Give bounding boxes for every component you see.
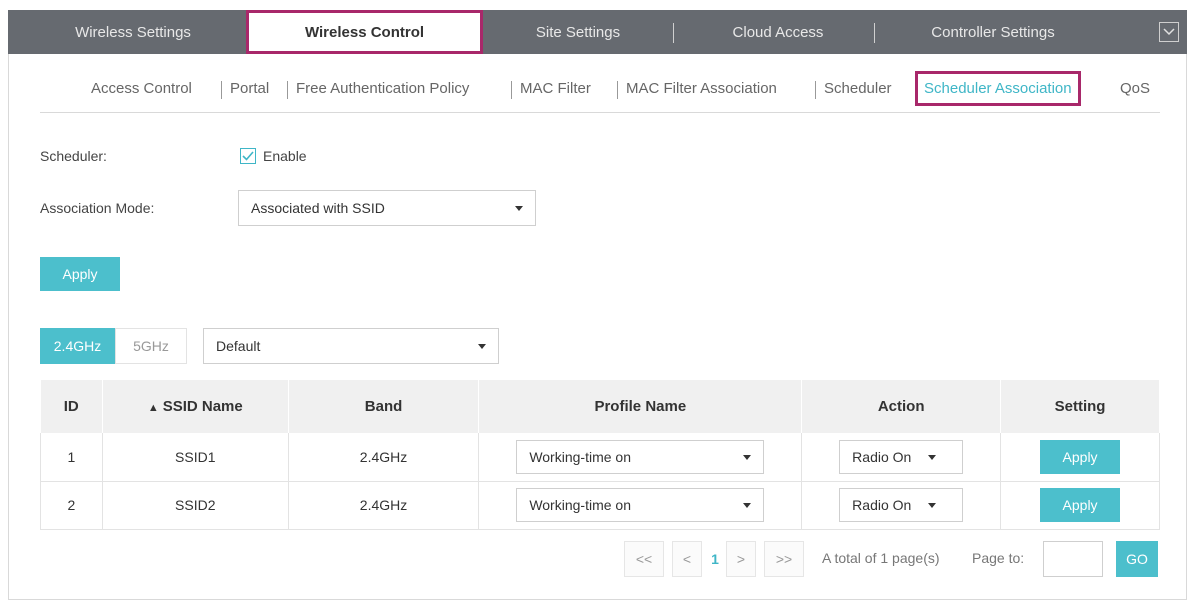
column-header-label: SSID Name xyxy=(162,398,243,415)
last-page-button[interactable]: >> xyxy=(764,541,804,577)
page-to-input[interactable] xyxy=(1043,541,1103,577)
check-icon xyxy=(242,151,254,161)
divider xyxy=(40,112,1160,113)
dropdown-arrow-icon xyxy=(515,206,523,211)
apply-button[interactable]: Apply xyxy=(40,257,120,291)
profile-value: Working-time on xyxy=(529,497,631,513)
wlan-group-select[interactable]: Default xyxy=(203,328,499,364)
band-tab-5ghz[interactable]: 5GHz xyxy=(115,328,187,364)
subtab-separator xyxy=(815,81,816,99)
scheduler-association-table: ID ▲︎ SSID Name Band Profile Name Action … xyxy=(40,380,1160,530)
tab-cloud-access[interactable]: Cloud Access xyxy=(688,10,868,54)
profile-select[interactable]: Working-time on xyxy=(516,488,765,522)
row-id: 2 xyxy=(40,481,103,530)
association-mode-select[interactable]: Associated with SSID xyxy=(238,190,536,226)
profile-select[interactable]: Working-time on xyxy=(516,439,765,474)
expand-menu-button[interactable] xyxy=(1159,22,1179,42)
row-action-cell: Radio On xyxy=(801,481,1002,530)
dropdown-arrow-icon xyxy=(743,503,752,508)
row-setting-cell: Apply xyxy=(1000,481,1160,530)
column-header-ssid-name[interactable]: ▲︎ SSID Name xyxy=(102,380,289,433)
row-apply-button[interactable]: Apply xyxy=(1040,439,1121,474)
table-row: 1 SSID1 2.4GHz Working-time on Radio On … xyxy=(40,433,1160,482)
band-tab-2-4ghz[interactable]: 2.4GHz xyxy=(40,328,115,364)
enable-label: Enable xyxy=(263,148,307,164)
prev-page-button[interactable]: < xyxy=(672,541,702,577)
top-tab-bar: Wireless Settings Wireless Control Site … xyxy=(8,10,1187,54)
column-header-action: Action xyxy=(801,380,1002,433)
row-ssid-name: SSID1 xyxy=(102,433,289,482)
dropdown-arrow-icon xyxy=(478,344,486,349)
action-select[interactable]: Radio On xyxy=(839,488,964,522)
tab-separator xyxy=(874,23,875,43)
row-setting-cell: Apply xyxy=(1000,433,1160,482)
first-page-button[interactable]: << xyxy=(624,541,664,577)
row-action-cell: Radio On xyxy=(801,433,1002,482)
dropdown-arrow-icon xyxy=(928,454,937,460)
subtab-scheduler[interactable]: Scheduler xyxy=(824,80,892,97)
column-header-id: ID xyxy=(40,380,103,433)
tab-separator xyxy=(673,23,674,43)
row-apply-button[interactable]: Apply xyxy=(1040,488,1121,522)
subtab-portal[interactable]: Portal xyxy=(230,80,269,97)
dropdown-arrow-icon xyxy=(743,454,752,460)
profile-value: Working-time on xyxy=(529,448,631,465)
row-ssid-name: SSID2 xyxy=(102,481,289,530)
subtab-access-control[interactable]: Access Control xyxy=(91,80,192,97)
current-page[interactable]: 1 xyxy=(704,541,726,577)
table-row: 2 SSID2 2.4GHz Working-time on Radio On … xyxy=(40,481,1160,530)
enable-checkbox[interactable] xyxy=(240,148,256,164)
tab-wireless-settings[interactable]: Wireless Settings xyxy=(38,10,228,54)
action-select[interactable]: Radio On xyxy=(839,439,964,474)
scheduler-label: Scheduler: xyxy=(40,148,107,164)
chevron-down-icon xyxy=(1163,28,1175,36)
association-mode-value: Associated with SSID xyxy=(251,200,385,216)
row-band: 2.4GHz xyxy=(288,481,480,530)
sort-icon[interactable]: ▲︎ xyxy=(148,402,159,414)
subtab-separator xyxy=(287,81,288,99)
subtab-free-authentication-policy[interactable]: Free Authentication Policy xyxy=(296,80,469,97)
action-value: Radio On xyxy=(852,448,912,465)
subtab-scheduler-association[interactable]: Scheduler Association xyxy=(915,71,1081,106)
subtab-mac-filter[interactable]: MAC Filter xyxy=(520,80,591,97)
row-profile-cell: Working-time on xyxy=(478,433,803,482)
association-mode-label: Association Mode: xyxy=(40,200,155,216)
tab-site-settings[interactable]: Site Settings xyxy=(503,10,653,54)
go-button[interactable]: GO xyxy=(1116,541,1158,577)
subtab-separator xyxy=(617,81,618,99)
table-header-row: ID ▲︎ SSID Name Band Profile Name Action … xyxy=(40,380,1160,433)
dropdown-arrow-icon xyxy=(928,503,937,508)
action-value: Radio On xyxy=(852,497,912,513)
row-id: 1 xyxy=(40,433,103,482)
subtab-qos[interactable]: QoS xyxy=(1120,80,1150,97)
total-pages-text: A total of 1 page(s) xyxy=(822,550,940,566)
column-header-band: Band xyxy=(288,380,480,433)
sub-navigation: Access Control Portal Free Authenticatio… xyxy=(0,71,1195,106)
next-page-button[interactable]: > xyxy=(726,541,756,577)
tab-controller-settings[interactable]: Controller Settings xyxy=(888,10,1098,54)
tab-wireless-control[interactable]: Wireless Control xyxy=(246,10,483,54)
row-band: 2.4GHz xyxy=(288,433,480,482)
column-header-setting: Setting xyxy=(1000,380,1160,433)
page-to-label: Page to: xyxy=(972,550,1025,566)
subtab-separator xyxy=(511,81,512,99)
subtab-separator xyxy=(221,81,222,99)
wlan-group-value: Default xyxy=(216,338,261,354)
column-header-profile-name: Profile Name xyxy=(478,380,803,433)
subtab-mac-filter-association[interactable]: MAC Filter Association xyxy=(626,80,777,97)
row-profile-cell: Working-time on xyxy=(478,481,803,530)
